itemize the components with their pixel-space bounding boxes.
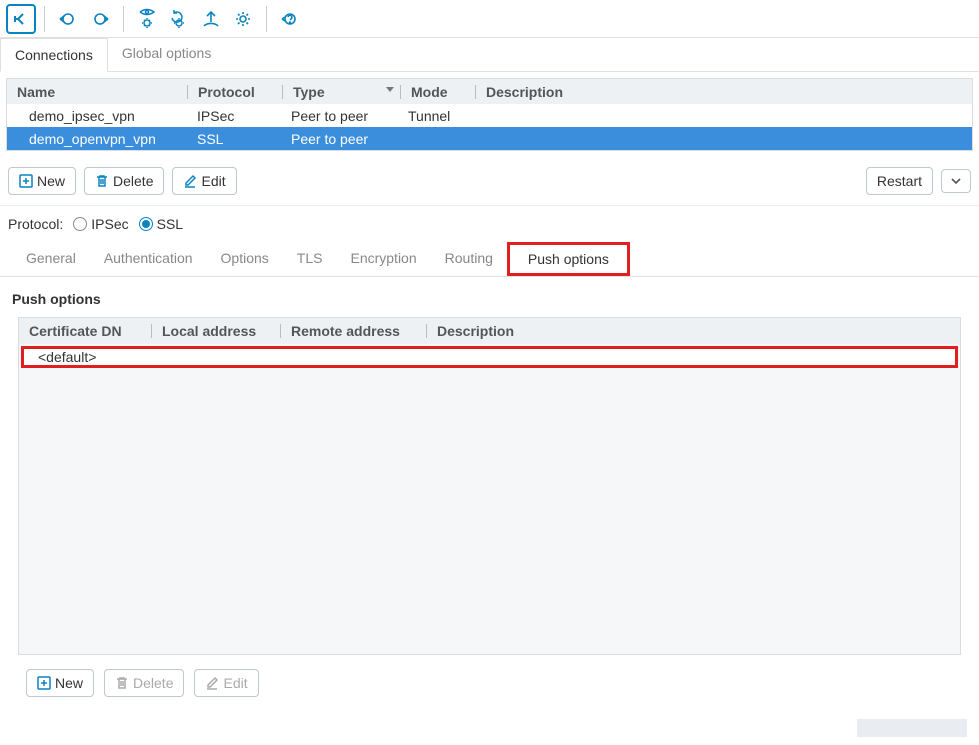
subtab-authentication[interactable]: Authentication (90, 242, 207, 276)
grid-body: demo_ipsec_vpn IPSec Peer to peer Tunnel… (6, 104, 973, 151)
table-row[interactable]: demo_openvpn_vpn SSL Peer to peer (7, 127, 972, 150)
gear-view-icon[interactable] (132, 4, 162, 34)
push-grid-body: <default> (19, 344, 960, 654)
protocol-label: Protocol: (8, 216, 63, 232)
restart-button[interactable]: Restart (866, 167, 933, 195)
col-type[interactable]: Type (283, 79, 400, 104)
grid-header-row: Name Protocol Type Mode Description (6, 78, 973, 104)
push-default-row[interactable]: <default> (21, 346, 958, 368)
cell-protocol: IPSec (187, 108, 281, 124)
upload-icon[interactable] (196, 4, 226, 34)
gear-refresh-icon[interactable] (164, 4, 194, 34)
push-grid-header: Certificate DN Local address Remote addr… (19, 318, 960, 344)
delete-button[interactable]: Delete (84, 167, 164, 195)
col-description[interactable]: Description (476, 79, 972, 104)
nav-next-icon[interactable] (85, 4, 115, 34)
subtab-tls[interactable]: TLS (283, 242, 337, 276)
cell-name: demo_openvpn_vpn (7, 131, 187, 147)
subtab-encryption[interactable]: Encryption (336, 242, 430, 276)
cell-mode: Tunnel (398, 108, 472, 124)
radio-ssl[interactable]: SSL (139, 216, 183, 232)
delete-button-label: Delete (113, 173, 153, 189)
col-description-inner[interactable]: Description (427, 323, 960, 339)
nav-prev-icon[interactable] (53, 4, 83, 34)
table-row[interactable]: demo_ipsec_vpn IPSec Peer to peer Tunnel (7, 104, 972, 127)
primary-tabs: Connections Global options (0, 38, 979, 72)
edit-button-label: Edit (201, 173, 225, 189)
subtab-routing[interactable]: Routing (431, 242, 507, 276)
new-button[interactable]: New (8, 167, 76, 195)
help-icon[interactable] (275, 4, 305, 34)
edit-button[interactable]: Edit (172, 167, 236, 195)
subtab-general[interactable]: General (12, 242, 90, 276)
new-button-label: New (37, 173, 65, 189)
col-protocol[interactable]: Protocol (188, 79, 282, 104)
footer-placeholder (857, 719, 967, 737)
cell-type: Peer to peer (281, 108, 398, 124)
tab-connections[interactable]: Connections (0, 38, 108, 72)
push-default-label: <default> (24, 349, 110, 365)
chevron-down-icon (950, 175, 962, 187)
connections-action-bar: New Delete Edit Restart (0, 157, 979, 206)
cell-type: Peer to peer (281, 131, 398, 147)
cell-protocol: SSL (187, 131, 281, 147)
back-icon[interactable] (6, 4, 36, 34)
detail-subtabs: General Authentication Options TLS Encry… (0, 242, 979, 277)
col-cert-dn[interactable]: Certificate DN (19, 323, 151, 339)
separator (266, 6, 267, 32)
push-options-grid: Certificate DN Local address Remote addr… (18, 317, 961, 655)
push-delete-button: Delete (104, 669, 184, 697)
separator (123, 6, 124, 32)
protocol-selector: Protocol: IPSec SSL (0, 206, 979, 242)
col-local-address[interactable]: Local address (152, 323, 280, 339)
radio-ipsec[interactable]: IPSec (73, 216, 128, 232)
main-toolbar (0, 0, 979, 38)
col-name[interactable]: Name (7, 79, 187, 104)
tab-global-options[interactable]: Global options (108, 37, 226, 71)
sort-desc-icon (386, 87, 394, 92)
push-new-button[interactable]: New (26, 669, 94, 697)
push-edit-button: Edit (194, 669, 258, 697)
connections-grid: Name Protocol Type Mode Description demo… (0, 72, 979, 157)
gear-icon[interactable] (228, 4, 258, 34)
subtab-push-options[interactable]: Push options (507, 242, 630, 276)
section-title: Push options (0, 277, 979, 317)
restart-dropdown-button[interactable] (941, 169, 971, 193)
push-options-actions: New Delete Edit (0, 655, 979, 711)
cell-name: demo_ipsec_vpn (7, 108, 187, 124)
col-mode[interactable]: Mode (401, 79, 475, 104)
separator (44, 6, 45, 32)
subtab-options[interactable]: Options (207, 242, 283, 276)
col-remote-address[interactable]: Remote address (281, 323, 426, 339)
